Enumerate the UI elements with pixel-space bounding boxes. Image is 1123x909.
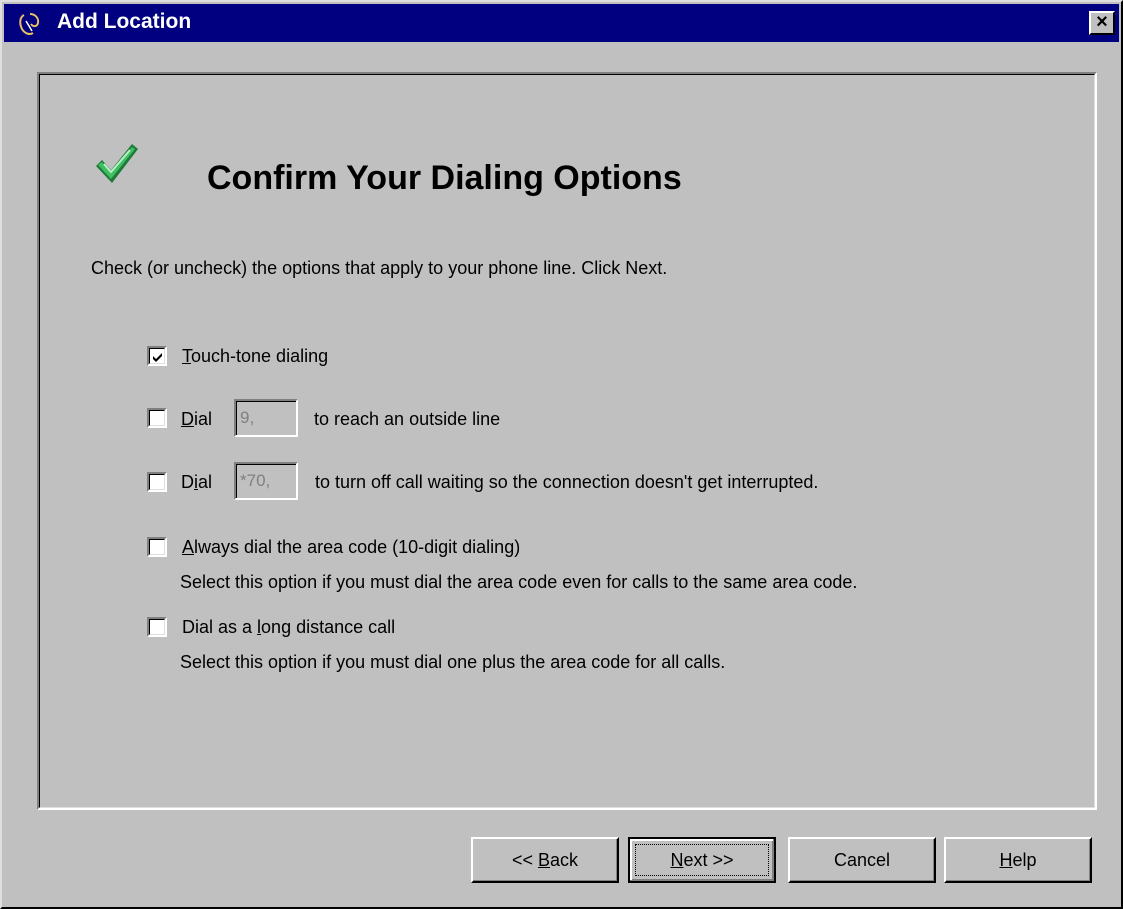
back-button[interactable]: << Back — [471, 837, 619, 883]
area-code-description: Select this option if you must dial the … — [180, 572, 858, 592]
page-heading: Confirm Your Dialing Options — [207, 159, 682, 197]
outside-line-prefix-field[interactable]: 9, — [234, 399, 298, 437]
green-checkmark-icon — [96, 144, 138, 183]
area-code-label[interactable]: Always dial the area code (10-digit dial… — [182, 535, 520, 559]
checkmark-glyph-icon — [153, 353, 162, 362]
title-bar[interactable]: Add Location × — [4, 4, 1119, 42]
touch-tone-checkbox[interactable] — [147, 346, 167, 366]
mnemonic: T — [182, 346, 191, 366]
instruction-text: Check (or uncheck) the options that appl… — [91, 258, 668, 278]
next-button[interactable]: Next >> — [628, 837, 776, 883]
touch-tone-label[interactable]: Touch-tone dialing — [182, 344, 328, 368]
add-location-dialog: Add Location × Confirm Your Dialing Opti… — [0, 0, 1123, 909]
area-code-checkbox[interactable] — [147, 537, 167, 557]
cancel-button[interactable]: Cancel — [788, 837, 936, 883]
outside-line-label[interactable]: Dial — [181, 407, 212, 431]
long-distance-description: Select this option if you must dial one … — [180, 652, 726, 672]
long-distance-label[interactable]: Dial as a long distance call — [182, 615, 395, 639]
long-distance-checkbox[interactable] — [147, 617, 167, 637]
call-waiting-checkbox[interactable] — [147, 472, 167, 492]
call-waiting-code-field[interactable]: *70, — [234, 462, 298, 500]
help-button[interactable]: Help — [944, 837, 1092, 883]
call-waiting-suffix: to turn off call waiting so the connecti… — [315, 472, 819, 492]
telephony-icon — [19, 13, 40, 35]
outside-line-suffix: to reach an outside line — [314, 409, 501, 429]
outside-line-checkbox[interactable] — [147, 408, 167, 428]
call-waiting-label[interactable]: Dial — [181, 470, 212, 494]
window-title: Add Location — [57, 10, 192, 33]
close-button[interactable]: × — [1089, 11, 1115, 35]
